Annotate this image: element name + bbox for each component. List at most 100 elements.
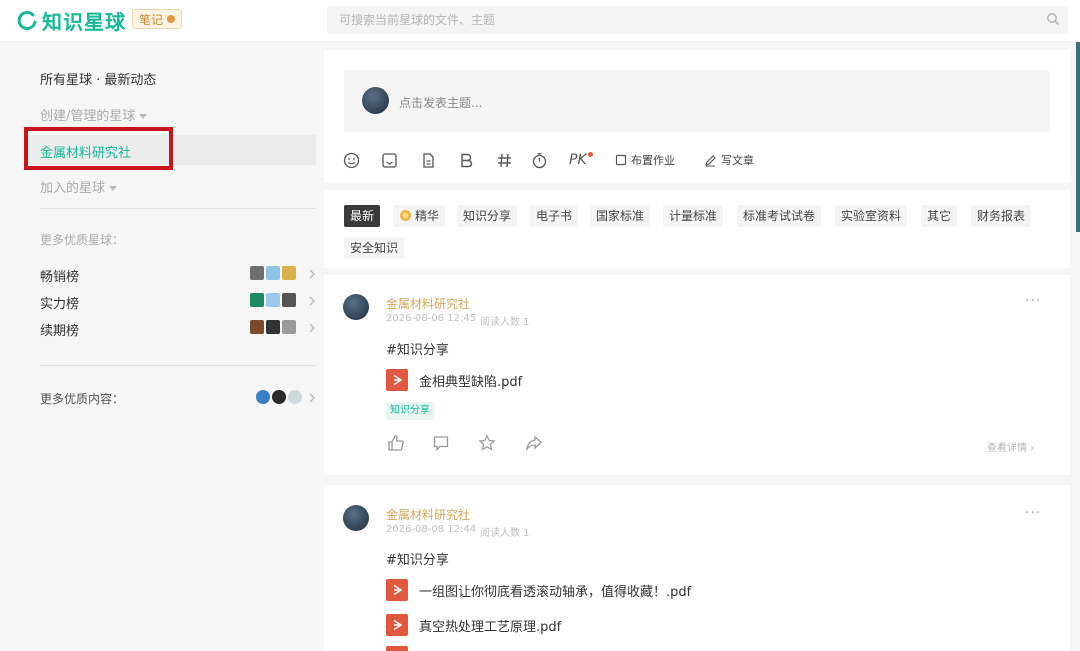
post-reads: 阅读人数 1 (480, 317, 530, 328)
chevron-right-icon (309, 393, 315, 403)
note-badge[interactable]: 笔记 (132, 9, 183, 29)
post-date: 2026-08-08 12:44 (386, 524, 477, 535)
avatar (266, 293, 280, 307)
avatar (250, 266, 264, 280)
more-content-row[interactable]: 更多优质内容： (40, 390, 320, 408)
scrollbar[interactable] (1076, 42, 1080, 232)
file-button[interactable] (420, 151, 437, 169)
avatar-group (256, 390, 304, 404)
view-detail-label: 查看详情 (987, 443, 1027, 454)
share-icon[interactable] (525, 434, 543, 452)
file-name: 金相典型缺陷.pdf (419, 374, 523, 390)
post-hashtag[interactable]: #知识分享 (386, 549, 449, 568)
emoji-button[interactable] (343, 151, 360, 169)
avatar (266, 320, 280, 334)
joined-label: 加入的星球 (40, 181, 106, 196)
bold-button[interactable] (458, 151, 475, 169)
avatar (250, 293, 264, 307)
post-reads: 阅读人数 1 (480, 528, 530, 539)
star-icon[interactable] (478, 434, 496, 452)
avatar (272, 390, 286, 404)
tab-metrology-standard[interactable]: 计量标准 (663, 205, 724, 227)
image-icon (382, 152, 397, 168)
chevron-right-icon: › (1027, 443, 1035, 454)
filter-card (324, 190, 1070, 268)
avatar-group (250, 293, 298, 307)
timer-button[interactable] (531, 151, 548, 169)
file-name: 一组图让你彻底看透滚动轴承，值得收藏！.pdf (419, 584, 692, 600)
caret-down-icon (109, 186, 118, 191)
tab-latest[interactable]: 最新 (344, 205, 381, 227)
tab-lab-materials[interactable]: 实验室资料 (835, 205, 908, 227)
pdf-icon (386, 614, 408, 636)
ranking-label: 畅销榜 (40, 270, 80, 285)
sidebar-item-joined[interactable]: 加入的星球 (40, 177, 118, 196)
hashtag-button[interactable] (496, 151, 513, 169)
pk-button[interactable]: PK (569, 151, 593, 169)
file-icon (423, 152, 434, 168)
medal-icon (400, 210, 411, 221)
post-author[interactable]: 金属材料研究社 (386, 295, 470, 312)
pdf-icon (386, 646, 408, 651)
chevron-right-icon (309, 323, 315, 333)
assignment-label: 布置作业 (631, 154, 675, 167)
highlight-box (24, 127, 173, 170)
file-attachment[interactable]: 一组图让你彻底看透滚动轴承，值得收藏！.pdf (386, 579, 691, 601)
write-article-label: 写文章 (721, 154, 754, 167)
created-label: 创建/管理的星球 (40, 109, 136, 124)
dot-icon (167, 15, 176, 23)
pk-label: PK (569, 152, 587, 168)
like-icon[interactable] (387, 434, 405, 452)
post-author[interactable]: 金属材料研究社 (386, 506, 470, 523)
logo[interactable]: 知识星球 (16, 6, 126, 35)
post-tag-chip[interactable]: 知识分享 (386, 402, 434, 420)
tab-knowledge-share[interactable]: 知识分享 (457, 205, 518, 227)
compose-placeholder[interactable]: 点击发表主题... (399, 94, 482, 111)
file-attachment[interactable]: 真空热处理工艺原理.pdf (386, 614, 561, 636)
pdf-icon (386, 369, 408, 391)
avatar (250, 320, 264, 334)
file-attachment[interactable]: 金相典型缺陷.pdf (386, 369, 522, 391)
checkbox-icon (615, 154, 627, 166)
ranking-renewal[interactable]: 续期榜 (40, 320, 320, 339)
tab-safety-knowledge[interactable]: 安全知识 (344, 237, 405, 259)
image-button[interactable] (381, 151, 398, 169)
planet-logo-icon (17, 10, 37, 30)
ranking-bestseller[interactable]: 畅销榜 (40, 266, 320, 285)
avatar (362, 87, 389, 114)
more-options-icon[interactable]: ··· (1025, 293, 1041, 309)
comment-icon[interactable] (432, 434, 450, 452)
bold-icon (461, 153, 473, 167)
caret-down-icon (139, 114, 148, 119)
write-article-button[interactable]: 写文章 (704, 151, 754, 169)
avatar-group (250, 266, 298, 280)
search-input[interactable] (327, 6, 1068, 34)
view-detail-link[interactable]: 查看详情 › (987, 439, 1034, 454)
tab-national-standard[interactable]: 国家标准 (590, 205, 651, 227)
dot-icon (587, 151, 593, 157)
sidebar-item-all-feed[interactable]: 所有星球 · 最新动态 (40, 69, 156, 88)
avatar[interactable] (343, 505, 369, 531)
note-badge-label: 笔记 (139, 12, 164, 27)
avatar (282, 320, 296, 334)
search-icon[interactable] (1046, 12, 1060, 26)
more-options-icon[interactable]: ··· (1025, 505, 1041, 521)
ranking-strength[interactable]: 实力榜 (40, 293, 320, 312)
assignment-button[interactable]: 布置作业 (615, 151, 675, 169)
logo-text: 知识星球 (42, 10, 126, 34)
post-date: 2026-08-08 12:45 (386, 313, 477, 324)
tab-standard-exam[interactable]: 标准考试试卷 (737, 205, 822, 227)
avatar (266, 266, 280, 280)
divider (40, 365, 316, 366)
divider (40, 208, 316, 209)
ranking-label: 实力榜 (40, 297, 80, 312)
pen-icon (705, 154, 716, 166)
tab-financial-report[interactable]: 财务报表 (971, 205, 1032, 227)
avatar[interactable] (343, 294, 369, 320)
sidebar: 所有星球 · 最新动态 创建/管理的星球 金属材料研究社 加入的星球 更多优质星… (0, 42, 320, 651)
tab-ebook[interactable]: 电子书 (530, 205, 579, 227)
tab-other[interactable]: 其它 (921, 205, 958, 227)
hashtag-icon (498, 153, 511, 167)
sidebar-item-created[interactable]: 创建/管理的星球 (40, 105, 148, 124)
post-hashtag[interactable]: #知识分享 (386, 339, 449, 358)
